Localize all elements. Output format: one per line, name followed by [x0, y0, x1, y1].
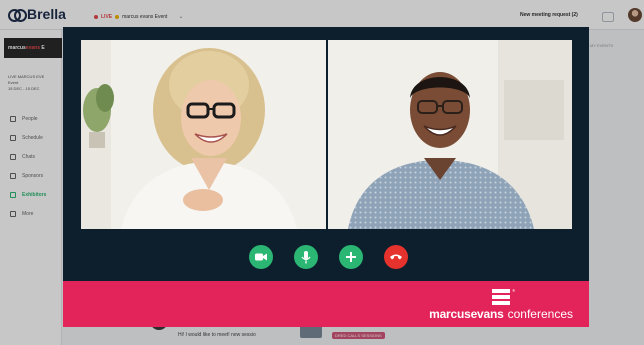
participant-left-image	[81, 40, 326, 229]
microphone-button[interactable]	[294, 245, 318, 269]
brand-bar: ® marcusevans conferences	[63, 281, 589, 327]
registered-mark: ®	[512, 288, 516, 293]
camera-button[interactable]	[249, 245, 273, 269]
end-call-button[interactable]	[384, 245, 408, 269]
participant-right-image	[328, 40, 572, 229]
add-participant-button[interactable]	[339, 245, 363, 269]
brand-wordmark: marcusevans conferences	[429, 307, 573, 321]
video-camera-icon	[255, 253, 267, 261]
call-controls	[249, 245, 409, 269]
participant-right-video	[328, 40, 572, 229]
brand-bold-text: marcusevans	[429, 307, 504, 321]
video-call-window	[63, 27, 589, 281]
microphone-icon	[301, 250, 311, 263]
hang-up-icon	[390, 254, 402, 260]
marcus-evans-e-mark: ®	[492, 288, 515, 305]
marcus-evans-logo: ® marcusevans conferences	[429, 288, 573, 321]
brand-light-text: conferences	[507, 307, 573, 321]
plus-icon	[346, 252, 356, 262]
participant-left-video	[81, 40, 326, 229]
